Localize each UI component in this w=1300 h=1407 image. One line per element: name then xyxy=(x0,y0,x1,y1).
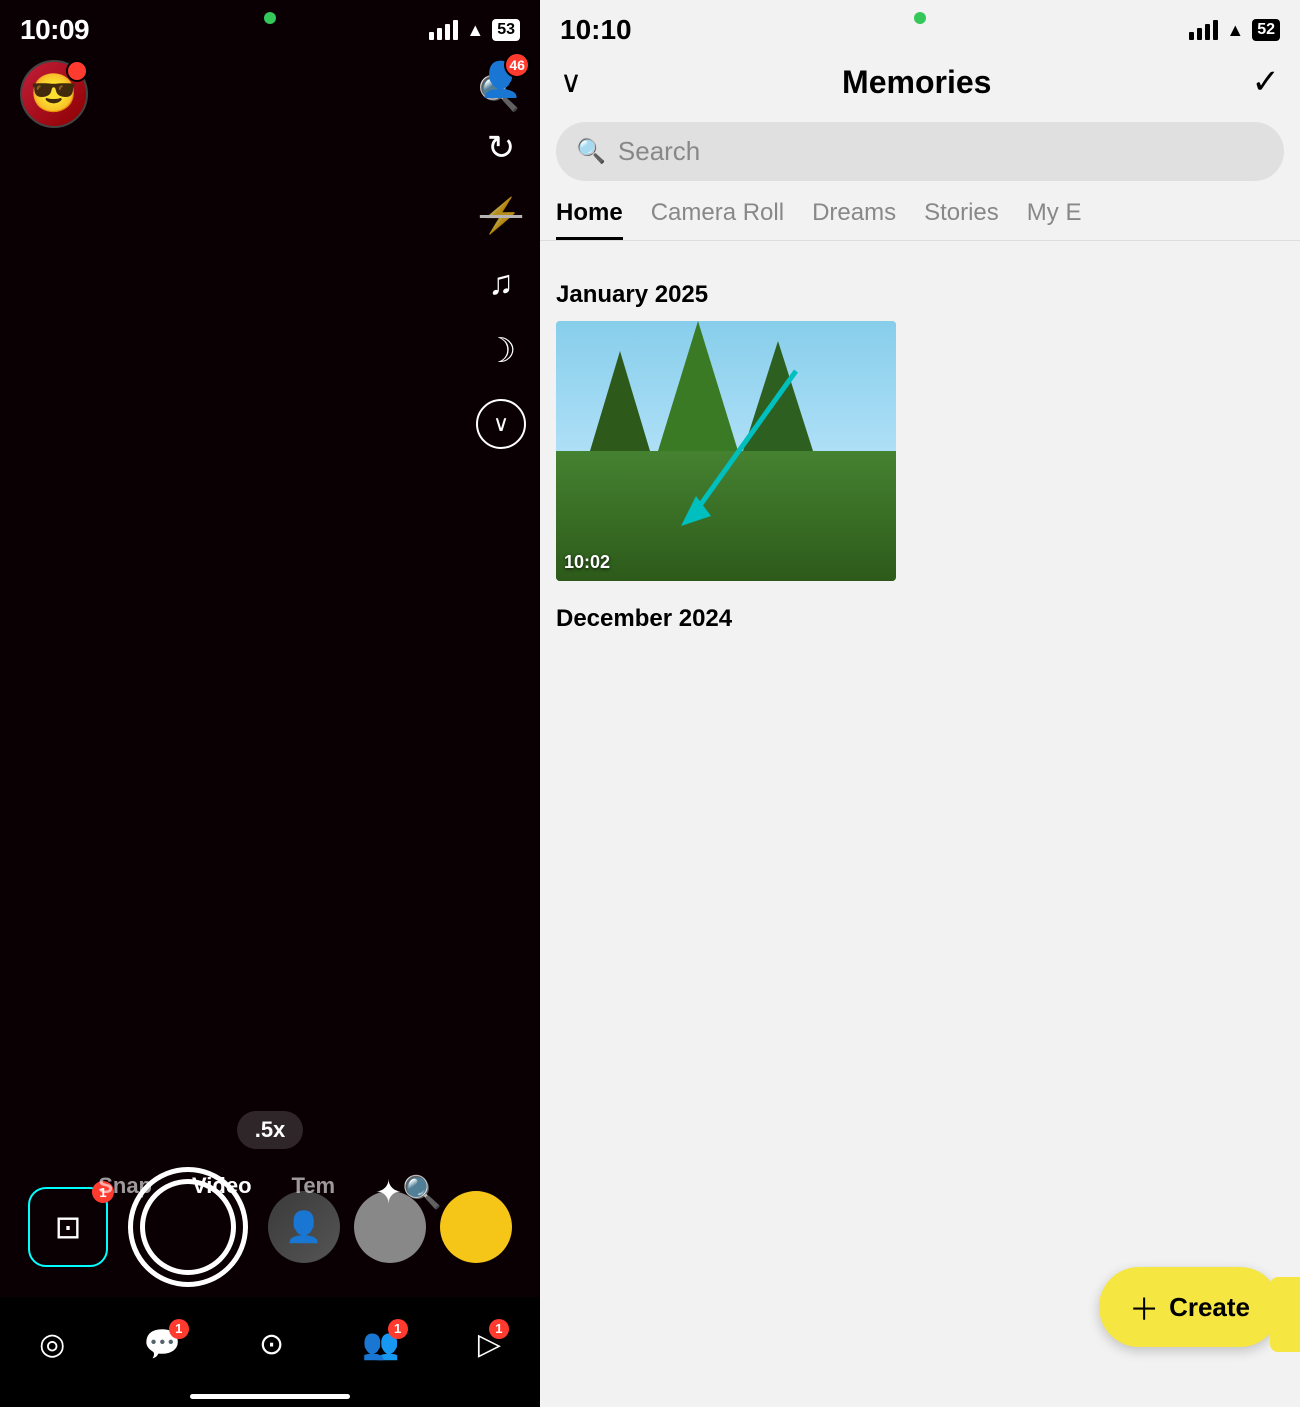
zoom-label[interactable]: .5x xyxy=(237,1111,304,1149)
flash-button[interactable]: ⚡ xyxy=(480,196,522,236)
tabs-row: Home Camera Roll Dreams Stories My E xyxy=(540,191,1300,241)
status-bar-left: 10:09 ▲ 53 xyxy=(0,0,540,52)
memories-panel: 10:10 ▲ 52 ∨ Memories ✓ 🔍 Search Home Ca… xyxy=(540,0,1300,1407)
partial-yellow-button[interactable] xyxy=(1270,1277,1300,1352)
music-button[interactable]: ♫ xyxy=(488,264,514,303)
mode-snap[interactable]: Snap xyxy=(98,1173,152,1211)
nav-map-button[interactable]: ◎ xyxy=(39,1327,65,1362)
avatar-container[interactable]: 😎 xyxy=(20,60,88,128)
create-button[interactable]: ＋ Create xyxy=(1099,1267,1280,1347)
tab-dreams[interactable]: Dreams xyxy=(812,199,896,240)
bar1 xyxy=(429,32,434,40)
nav-camera-button[interactable]: ⊙ xyxy=(259,1327,284,1362)
memories-icon: ⊡ xyxy=(55,1208,82,1246)
signal-bars-right xyxy=(1189,20,1218,40)
search-bar[interactable]: 🔍 Search xyxy=(556,122,1284,181)
green-dot-right xyxy=(914,12,926,24)
nav-stories-button[interactable]: ▷ 1 xyxy=(478,1327,501,1362)
tab-camera-roll[interactable]: Camera Roll xyxy=(651,199,784,240)
bar-r1 xyxy=(1189,32,1194,40)
bar-r4 xyxy=(1213,20,1218,40)
top-controls-left: 😎 🔍 xyxy=(0,60,540,128)
tab-stories[interactable]: Stories xyxy=(924,199,999,240)
collapse-button[interactable]: ∨ xyxy=(476,399,526,449)
time-right: 10:10 xyxy=(560,14,632,46)
time-left: 10:09 xyxy=(20,14,89,46)
photo-grid-jan: 10:02 xyxy=(556,321,896,581)
nav-chat-button[interactable]: 💬 1 xyxy=(143,1327,180,1362)
memories-title: Memories xyxy=(842,64,991,101)
tab-my-eyes[interactable]: My E xyxy=(1027,199,1082,240)
section-december-2024: December 2024 xyxy=(556,605,1284,633)
create-label: Create xyxy=(1169,1292,1250,1323)
search-placeholder: Search xyxy=(618,136,700,167)
refresh-button[interactable]: ↻ xyxy=(487,128,516,168)
back-button[interactable]: ∨ xyxy=(560,65,582,100)
mode-video[interactable]: Video xyxy=(192,1173,252,1211)
search-icon-right: 🔍 xyxy=(576,137,606,166)
status-icons-left: ▲ 53 xyxy=(429,19,520,41)
home-indicator-left xyxy=(190,1394,350,1399)
photo-timestamp: 10:02 xyxy=(564,552,610,573)
add-friend-badge: 46 xyxy=(504,52,530,78)
photo-jan-1[interactable]: 10:02 xyxy=(556,321,896,581)
bar-r3 xyxy=(1205,24,1210,40)
battery-right: 52 xyxy=(1252,19,1280,41)
bar3 xyxy=(445,24,450,40)
camera-panel: 10:09 ▲ 53 😎 🔍 👤 46 ↻ xyxy=(0,0,540,1407)
right-controls: 👤 46 ↻ ⚡ ♫ ☽ ∨ xyxy=(476,60,526,449)
wifi-icon-left: ▲ xyxy=(466,20,484,41)
bar-r2 xyxy=(1197,28,1202,40)
add-friend-button[interactable]: 👤 46 xyxy=(480,60,522,100)
bar2 xyxy=(437,28,442,40)
bottom-nav: ◎ 💬 1 ⊙ 👥 1 ▷ 1 xyxy=(0,1297,540,1407)
stories-badge: 1 xyxy=(489,1319,509,1339)
wifi-icon-right: ▲ xyxy=(1226,20,1244,41)
memories-content: January 2025 10:02 December 2024 xyxy=(540,241,1300,1368)
mode-tem[interactable]: Tem xyxy=(292,1173,336,1211)
memories-header: ∨ Memories ✓ xyxy=(540,52,1300,112)
status-bar-right: 10:10 ▲ 52 xyxy=(540,0,1300,52)
tab-home[interactable]: Home xyxy=(556,199,623,240)
mode-selector: Snap Video Tem ✦🔍 xyxy=(0,1173,540,1211)
bar4 xyxy=(453,20,458,40)
battery-left: 53 xyxy=(492,19,520,41)
section-january-2025: January 2025 xyxy=(556,281,1284,309)
friends-badge: 1 xyxy=(388,1319,408,1339)
night-mode-button[interactable]: ☽ xyxy=(486,331,516,371)
nav-friends-button[interactable]: 👥 1 xyxy=(362,1327,399,1362)
avatar-notification-dot xyxy=(66,60,88,82)
status-icons-right: ▲ 52 xyxy=(1189,19,1280,41)
chat-badge: 1 xyxy=(169,1319,189,1339)
sparkle-search-icon[interactable]: ✦🔍 xyxy=(375,1173,442,1211)
signal-bars-left xyxy=(429,20,458,40)
select-button[interactable]: ✓ xyxy=(1251,62,1280,102)
create-plus-icon: ＋ xyxy=(1129,1285,1159,1329)
